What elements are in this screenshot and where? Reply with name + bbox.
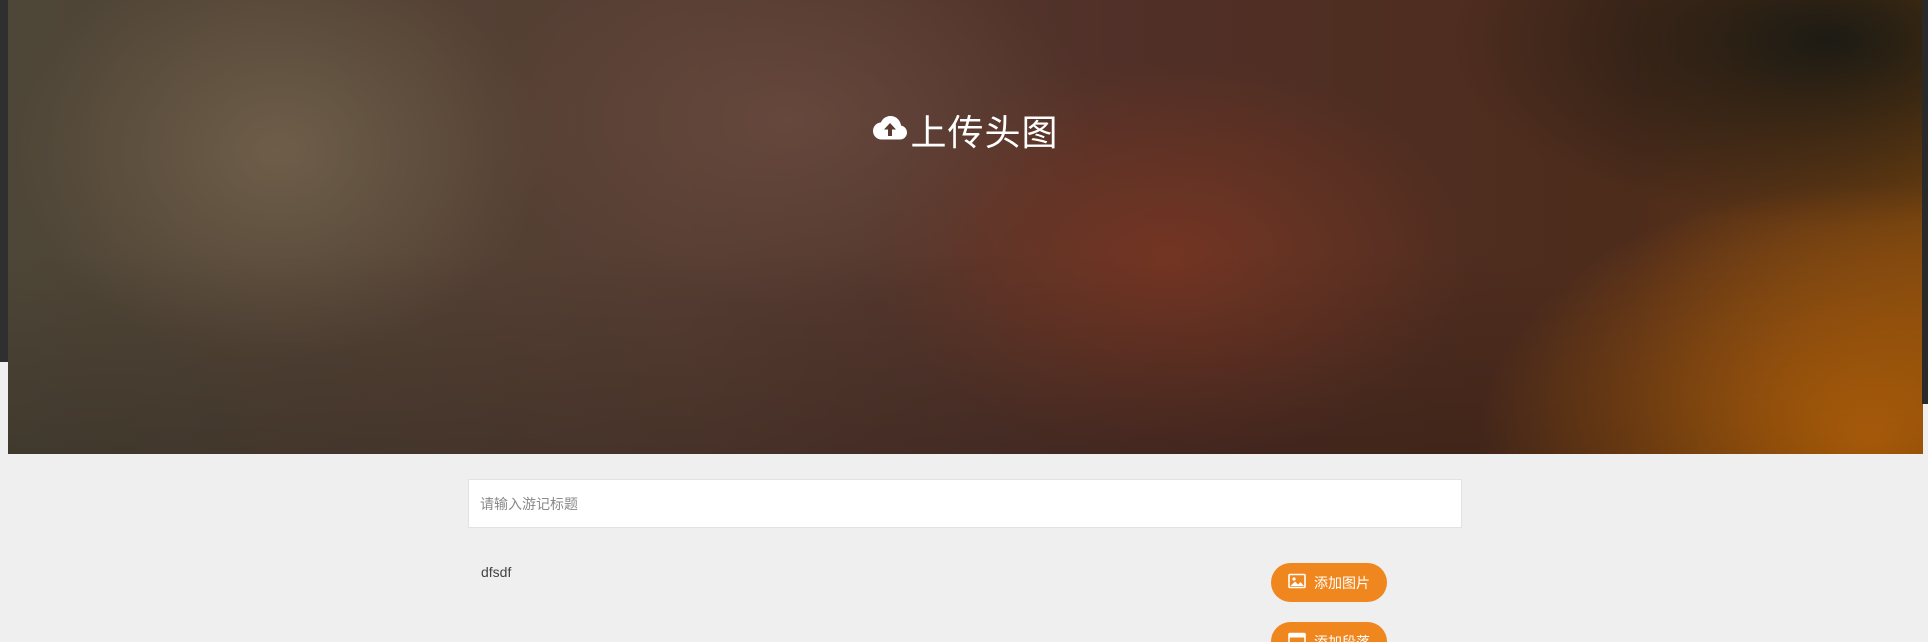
paragraph-icon [1288, 632, 1314, 642]
cover-overlay [8, 0, 1923, 454]
upload-cover-label: 上传头图 [910, 112, 1059, 153]
cloud-upload-icon [872, 109, 910, 151]
right-edge [1922, 0, 1928, 404]
add-paragraph-button[interactable]: 添加段落 [1271, 622, 1387, 642]
upload-cover-button[interactable]: 上传头图 [8, 104, 1923, 156]
cover-image-area[interactable]: 上传头图 [8, 0, 1923, 454]
title-input[interactable]: 请输入游记标题 [468, 479, 1462, 528]
add-image-button[interactable]: 添加图片 [1271, 563, 1387, 602]
content-paragraph[interactable]: dfsdf [481, 564, 511, 580]
add-paragraph-label: 添加段落 [1314, 633, 1370, 642]
add-image-label: 添加图片 [1314, 574, 1370, 591]
image-icon [1288, 573, 1314, 592]
title-placeholder: 请输入游记标题 [480, 495, 578, 512]
left-edge [0, 0, 8, 362]
page: 上传头图 请输入游记标题 dfsdf 添加图片 添加段落 [0, 0, 1928, 642]
